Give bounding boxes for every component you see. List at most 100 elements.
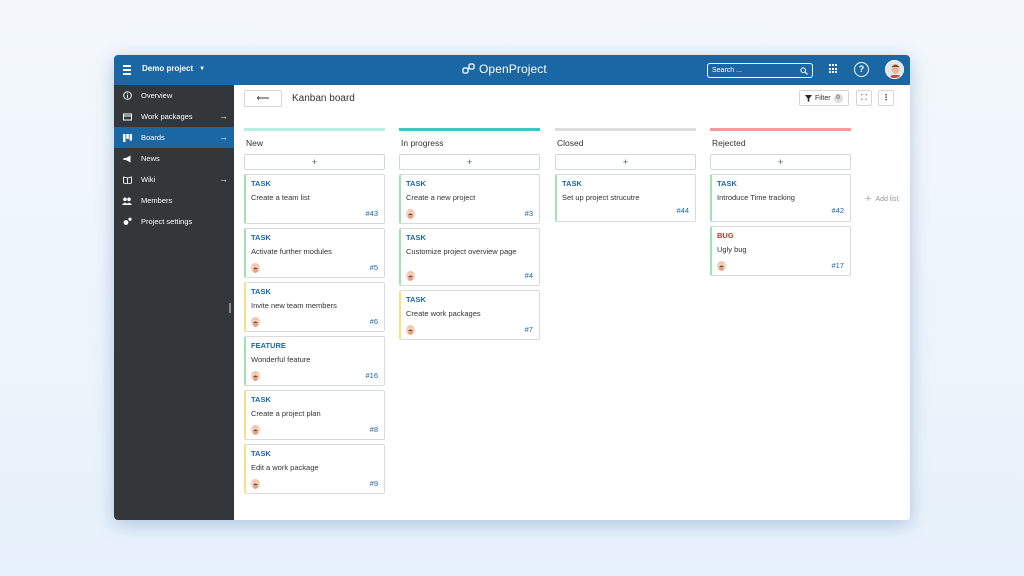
work-package-card[interactable]: TASK Set up project strucutre #44 bbox=[555, 174, 696, 222]
card-subject[interactable]: Set up project strucutre bbox=[562, 193, 690, 202]
book-icon bbox=[122, 175, 132, 185]
card-id[interactable]: #7 bbox=[525, 325, 533, 334]
assignee-avatar[interactable] bbox=[251, 317, 260, 327]
card-subject[interactable]: Create a team list bbox=[251, 193, 379, 202]
assignee-avatar[interactable] bbox=[251, 479, 260, 489]
add-list-button[interactable]: + Add list bbox=[865, 193, 898, 205]
filter-icon bbox=[805, 94, 812, 102]
assignee-avatar[interactable] bbox=[406, 325, 415, 335]
boards-icon bbox=[122, 133, 132, 143]
help-icon[interactable]: ? bbox=[854, 62, 869, 77]
plus-icon: + bbox=[865, 193, 872, 205]
arrow-right-icon[interactable]: → bbox=[219, 174, 228, 184]
add-card-button[interactable]: + bbox=[710, 154, 851, 170]
card-type: TASK bbox=[406, 233, 426, 242]
card-id[interactable]: #44 bbox=[676, 206, 689, 215]
arrow-right-icon[interactable]: → bbox=[219, 132, 228, 142]
modules-grid-icon[interactable] bbox=[829, 64, 839, 74]
work-package-card[interactable]: TASK Introduce Time tracking #42 bbox=[710, 174, 851, 222]
sidebar-item-label: Project settings bbox=[141, 217, 193, 226]
card-id[interactable]: #6 bbox=[370, 317, 378, 326]
filter-button[interactable]: Filter 0 bbox=[799, 90, 849, 106]
search-icon[interactable] bbox=[800, 66, 808, 75]
card-subject[interactable]: Activate further modules bbox=[251, 247, 379, 256]
card-type: TASK bbox=[717, 179, 737, 188]
sidebar-item-label: Wiki bbox=[141, 175, 156, 184]
column-title[interactable]: In progress bbox=[401, 138, 540, 150]
card-id[interactable]: #16 bbox=[365, 371, 378, 380]
settings-icon bbox=[122, 217, 132, 227]
sidebar-item-work-packages[interactable]: Work packages → bbox=[114, 106, 234, 127]
add-card-button[interactable]: + bbox=[244, 154, 385, 170]
sidebar-item-news[interactable]: News bbox=[114, 148, 234, 169]
card-subject[interactable]: Create a new project bbox=[406, 193, 534, 202]
card-subject[interactable]: Create work packages bbox=[406, 309, 534, 318]
card-type: TASK bbox=[251, 179, 271, 188]
arrow-right-icon[interactable]: → bbox=[219, 111, 228, 121]
project-selector[interactable]: Demo project ▼ bbox=[142, 64, 205, 73]
work-package-card[interactable]: TASK Create a project plan #8 bbox=[244, 390, 385, 440]
sidebar-item-overview[interactable]: Overview bbox=[114, 85, 234, 106]
card-subject[interactable]: Wonderful feature bbox=[251, 355, 379, 364]
work-package-card[interactable]: TASK Customize project overview page #4 bbox=[399, 228, 540, 286]
card-subject[interactable]: Edit a work package bbox=[251, 463, 379, 472]
fullscreen-button[interactable]: ⛶ bbox=[856, 90, 872, 106]
sidebar-item-members[interactable]: Members bbox=[114, 190, 234, 211]
assignee-avatar[interactable] bbox=[251, 263, 260, 273]
sidebar-item-project-settings[interactable]: Project settings bbox=[114, 211, 234, 232]
add-card-button[interactable]: + bbox=[399, 154, 540, 170]
user-avatar[interactable] bbox=[885, 60, 904, 79]
add-card-button[interactable]: + bbox=[555, 154, 696, 170]
page-title: Kanban board bbox=[292, 93, 355, 104]
card-id[interactable]: #43 bbox=[365, 209, 378, 218]
work-package-card[interactable]: TASK Create work packages #7 bbox=[399, 290, 540, 340]
assignee-avatar[interactable] bbox=[406, 271, 415, 281]
card-id[interactable]: #8 bbox=[370, 425, 378, 434]
card-subject[interactable]: Create a project plan bbox=[251, 409, 379, 418]
column-color-bar bbox=[399, 128, 540, 131]
sidebar-item-label: Overview bbox=[141, 91, 173, 100]
card-id[interactable]: #42 bbox=[831, 206, 844, 215]
sidebar: Overview Work packages → Boards → News W… bbox=[114, 85, 234, 520]
card-id[interactable]: #4 bbox=[525, 271, 533, 280]
assignee-avatar[interactable] bbox=[717, 261, 726, 271]
work-package-card[interactable]: FEATURE Wonderful feature #16 bbox=[244, 336, 385, 386]
more-options-button[interactable]: ⋮ bbox=[878, 90, 894, 106]
column-title[interactable]: Rejected bbox=[712, 138, 851, 150]
work-package-card[interactable]: TASK Activate further modules #5 bbox=[244, 228, 385, 278]
card-subject[interactable]: Customize project overview page bbox=[406, 247, 518, 256]
card-type: TASK bbox=[562, 179, 582, 188]
sidebar-resize-handle[interactable] bbox=[229, 303, 231, 313]
card-type: TASK bbox=[251, 233, 271, 242]
board-column-in-progress: In progress + TASK Create a new project … bbox=[399, 128, 540, 340]
board-column-new: New + TASK Create a team list #43 TASK A… bbox=[244, 128, 385, 494]
openproject-logo[interactable]: OpenProject bbox=[462, 62, 547, 76]
sidebar-item-label: News bbox=[141, 154, 160, 163]
work-package-card[interactable]: TASK Create a new project #3 bbox=[399, 174, 540, 224]
card-id[interactable]: #3 bbox=[525, 209, 533, 218]
work-package-card[interactable]: TASK Invite new team members #6 bbox=[244, 282, 385, 332]
column-title[interactable]: Closed bbox=[557, 138, 696, 150]
sidebar-item-wiki[interactable]: Wiki → bbox=[114, 169, 234, 190]
assignee-avatar[interactable] bbox=[251, 425, 260, 435]
megaphone-icon bbox=[122, 154, 132, 164]
card-subject[interactable]: Invite new team members bbox=[251, 301, 379, 310]
card-id[interactable]: #9 bbox=[370, 479, 378, 488]
sidebar-item-boards[interactable]: Boards → bbox=[114, 127, 234, 148]
project-name: Demo project bbox=[142, 64, 194, 73]
back-button[interactable]: ⟵ bbox=[244, 90, 282, 107]
card-subject[interactable]: Introduce Time tracking bbox=[717, 193, 845, 202]
column-title[interactable]: New bbox=[246, 138, 385, 150]
search-input[interactable] bbox=[712, 67, 800, 74]
work-package-card[interactable]: TASK Create a team list #43 bbox=[244, 174, 385, 224]
assignee-avatar[interactable] bbox=[406, 209, 415, 219]
hamburger-menu-icon[interactable] bbox=[122, 63, 134, 77]
work-package-card[interactable]: TASK Edit a work package #9 bbox=[244, 444, 385, 494]
card-id[interactable]: #17 bbox=[831, 261, 844, 270]
card-subject[interactable]: Ugly bug bbox=[717, 245, 845, 254]
assignee-avatar[interactable] bbox=[251, 371, 260, 381]
sidebar-item-label: Work packages bbox=[141, 112, 193, 121]
search-box[interactable] bbox=[707, 63, 813, 78]
card-id[interactable]: #5 bbox=[370, 263, 378, 272]
work-package-card[interactable]: BUG Ugly bug #17 bbox=[710, 226, 851, 276]
